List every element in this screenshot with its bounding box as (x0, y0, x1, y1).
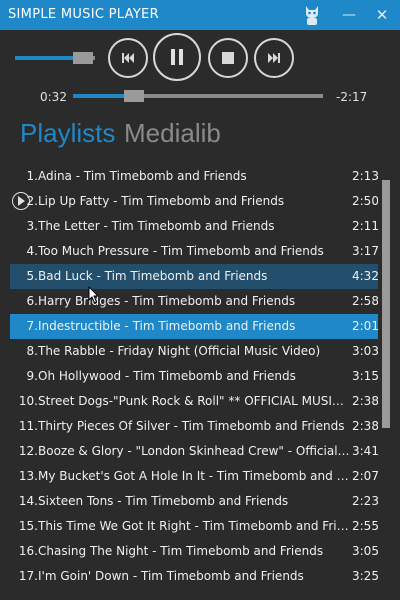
title-bar[interactable]: SIMPLE MUSIC PLAYER — ✕ (0, 0, 400, 30)
seek-fill (73, 94, 128, 98)
playlist-row[interactable]: 11. Thirty Pieces Of Silver - Tim Timebom… (10, 414, 378, 439)
mouse-cursor-icon (88, 286, 100, 304)
track-title: The Rabble - Friday Night (Official Musi… (38, 344, 321, 358)
playlist-row[interactable]: 6. Harry Bridges - Tim Timebomb and Frien… (10, 289, 378, 314)
track-number: 14. (18, 494, 38, 508)
track-title: Street Dogs-"Punk Rock & Roll" ** OFFICI… (38, 394, 350, 408)
track-title: Indestructible - Tim Timebomb and Friend… (38, 319, 296, 333)
track-title: My Bucket's Got A Hole In It - Tim Timeb… (38, 469, 350, 483)
stop-icon (222, 52, 234, 64)
track-number: 8. (26, 344, 38, 358)
track-number: 4. (26, 244, 38, 258)
playlist-row[interactable]: 5. Bad Luck - Tim Timebomb and Friends 4:3… (10, 264, 378, 289)
elapsed-time: 0:32 (40, 90, 67, 104)
track-number: 2. (26, 194, 38, 208)
track-duration: 2:23 (352, 494, 378, 508)
track-duration: 2:55 (352, 519, 378, 533)
minimize-button[interactable]: — (339, 5, 359, 25)
track-number: 12. (18, 444, 38, 458)
track-title: Thirty Pieces Of Silver - Tim Timebomb a… (38, 419, 345, 433)
track-duration: 3:15 (352, 369, 378, 383)
next-button[interactable] (254, 38, 294, 78)
track-title: Oh Hollywood - Tim Timebomb and Friends (38, 369, 296, 383)
track-duration: 2:50 (352, 194, 378, 208)
track-title: This Time We Got It Right - Tim Timebomb… (38, 519, 350, 533)
track-duration: 2:38 (352, 394, 378, 408)
stop-button[interactable] (208, 38, 248, 78)
track-number: 9. (26, 369, 38, 383)
remaining-time: -2:17 (336, 90, 368, 104)
track-title: Sixteen Tons - Tim Timebomb and Friends (38, 494, 289, 508)
track-title: I'm Goin' Down - Tim Timebomb and Friend… (38, 569, 304, 583)
playlist-scrollbar[interactable] (382, 180, 390, 428)
previous-button[interactable] (108, 38, 148, 78)
seek-thumb[interactable] (124, 90, 144, 102)
track-number: 15. (18, 519, 38, 533)
track-number: 13. (18, 469, 38, 483)
track-duration: 2:01 (352, 319, 378, 333)
track-duration: 2:11 (352, 219, 378, 233)
track-duration: 4:32 (352, 269, 378, 283)
playlist-row[interactable]: 4. Too Much Pressure - Tim Timebomb and F… (10, 239, 378, 264)
skip-previous-icon (122, 53, 134, 63)
track-duration: 3:17 (352, 244, 378, 258)
playlist-row[interactable]: 3. The Letter - Tim Timebomb and Friends 2… (10, 214, 378, 239)
track-title: Bad Luck - Tim Timebomb and Friends (38, 269, 268, 283)
track-title: Chasing The Night - Tim Timebomb and Fri… (38, 544, 324, 558)
track-title: Too Much Pressure - Tim Timebomb and Fri… (38, 244, 324, 258)
playlist-row[interactable]: 16. Chasing The Night - Tim Timebomb and … (10, 539, 378, 564)
playlist-row[interactable]: 17. I'm Goin' Down - Tim Timebomb and Fri… (10, 564, 378, 589)
playlist-row[interactable]: 1. Adina - Tim Timebomb and Friends 2:13 (10, 164, 378, 189)
playlist-row[interactable]: 14. Sixteen Tons - Tim Timebomb and Frien… (10, 489, 378, 514)
track-title: Lip Up Fatty - Tim Timebomb and Friends (38, 194, 285, 208)
track-title: The Letter - Tim Timebomb and Friends (38, 219, 275, 233)
seek-bar[interactable] (73, 90, 323, 102)
playlist-row[interactable]: 10. Street Dogs-"Punk Rock & Roll" ** OFF… (10, 389, 378, 414)
track-number: 5. (26, 269, 38, 283)
track-number: 11. (18, 419, 38, 433)
pause-button[interactable] (153, 33, 201, 81)
track-duration: 2:38 (352, 419, 378, 433)
track-duration: 3:05 (352, 544, 378, 558)
track-number: 6. (26, 294, 38, 308)
track-duration: 3:25 (352, 569, 378, 583)
playlist-row[interactable]: 13. My Bucket's Got A Hole In It - Tim Ti… (10, 464, 378, 489)
track-title: Harry Bridges - Tim Timebomb and Friends (38, 294, 296, 308)
playlist-row[interactable]: 2. Lip Up Fatty - Tim Timebomb and Friend… (10, 189, 378, 214)
track-duration: 3:41 (352, 444, 378, 458)
track-number: 1. (26, 169, 38, 183)
tab-playlists[interactable]: Playlists (20, 118, 115, 149)
track-number: 10. (18, 394, 38, 408)
track-title: Adina - Tim Timebomb and Friends (38, 169, 247, 183)
track-duration: 3:03 (352, 344, 378, 358)
playlist: 1. Adina - Tim Timebomb and Friends 2:13 2.… (10, 164, 378, 594)
track-duration: 2:58 (352, 294, 378, 308)
track-number: 7. (26, 319, 38, 333)
playlist-row[interactable]: 12. Booze & Glory - "London Skinhead Crew… (10, 439, 378, 464)
close-button[interactable]: ✕ (372, 5, 392, 25)
skip-next-icon (268, 53, 280, 63)
pause-icon (171, 49, 183, 65)
tab-medialib[interactable]: Medialib (124, 118, 221, 149)
app-title: SIMPLE MUSIC PLAYER (8, 7, 159, 22)
track-number: 17. (18, 569, 38, 583)
track-duration: 2:07 (352, 469, 378, 483)
mascot-logo-icon (306, 6, 318, 25)
playlist-row[interactable]: 7. Indestructible - Tim Timebomb and Frie… (10, 314, 378, 339)
volume-thumb[interactable] (73, 52, 93, 64)
playlist-row[interactable]: 15. This Time We Got It Right - Tim Timeb… (10, 514, 378, 539)
track-number: 3. (26, 219, 38, 233)
playlist-row[interactable]: 8. The Rabble - Friday Night (Official Mu… (10, 339, 378, 364)
volume-slider[interactable] (15, 52, 95, 64)
playlist-row[interactable]: 9. Oh Hollywood - Tim Timebomb and Friend… (10, 364, 378, 389)
track-title: Booze & Glory - "London Skinhead Crew" -… (38, 444, 350, 458)
volume-fill (15, 56, 73, 60)
track-duration: 2:13 (352, 169, 378, 183)
track-number: 16. (18, 544, 38, 558)
